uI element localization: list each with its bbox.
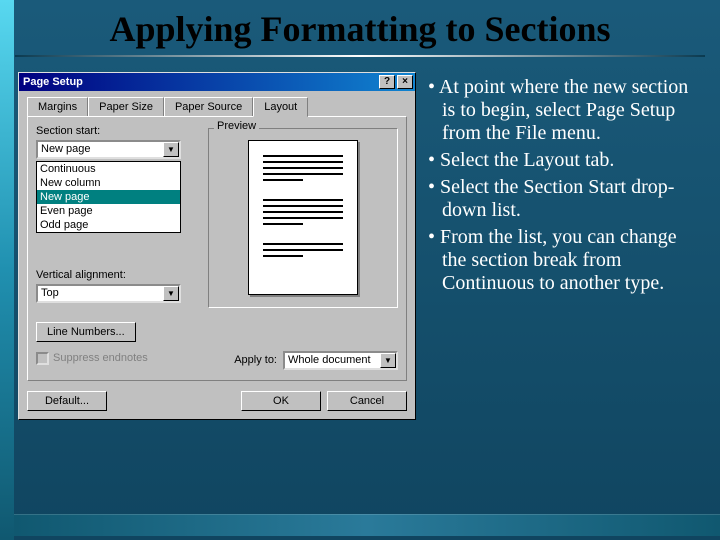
cancel-button[interactable]: Cancel [327, 391, 407, 411]
slide-title: Applying Formatting to Sections [0, 0, 720, 55]
suppress-endnotes-checkbox: Suppress endnotes [36, 352, 148, 365]
preview-label: Preview [214, 120, 259, 132]
section-start-dropdown[interactable]: Continuous New column New page Even page… [36, 161, 181, 233]
slide-footer-accent [14, 514, 720, 536]
vertical-alignment-combo[interactable]: Top ▼ [36, 284, 181, 303]
suppress-endnotes-label: Suppress endnotes [53, 352, 148, 364]
apply-to-value: Whole document [288, 354, 371, 366]
bullet-item: From the list, you can change the sectio… [428, 226, 692, 295]
bullet-item: At point where the new section is to beg… [428, 76, 692, 145]
line-numbers-button[interactable]: Line Numbers... [36, 322, 136, 342]
vertical-alignment-label: Vertical alignment: [36, 269, 181, 281]
chevron-down-icon[interactable]: ▼ [380, 353, 396, 368]
chevron-down-icon[interactable]: ▼ [163, 286, 179, 301]
tab-paper-size[interactable]: Paper Size [88, 97, 164, 116]
close-button[interactable]: × [397, 75, 413, 89]
dialog-titlebar[interactable]: Page Setup ? × [19, 73, 415, 91]
section-start-combo[interactable]: New page ▼ [36, 140, 181, 159]
tab-layout[interactable]: Layout [253, 97, 308, 117]
option-odd-page[interactable]: Odd page [37, 218, 180, 232]
help-button[interactable]: ? [379, 75, 395, 89]
apply-to-row: Apply to: Whole document ▼ [234, 351, 398, 370]
option-new-column[interactable]: New column [37, 176, 180, 190]
instruction-bullets: At point where the new section is to beg… [428, 72, 698, 420]
section-start-value: New page [41, 143, 91, 155]
option-even-page[interactable]: Even page [37, 204, 180, 218]
apply-to-combo[interactable]: Whole document ▼ [283, 351, 398, 370]
bullet-item: Select the Section Start drop-down list. [428, 176, 692, 222]
default-button[interactable]: Default... [27, 391, 107, 411]
page-preview-icon [248, 140, 358, 295]
vertical-alignment-value: Top [41, 287, 59, 299]
checkbox-box [36, 352, 49, 365]
preview-group: Preview [208, 122, 398, 308]
tab-margins[interactable]: Margins [27, 97, 88, 116]
chevron-down-icon[interactable]: ▼ [163, 142, 179, 157]
option-new-page[interactable]: New page [37, 190, 180, 204]
bullet-item: Select the Layout tab. [428, 149, 692, 172]
tab-strip: Margins Paper Size Paper Source Layout [19, 91, 415, 116]
page-setup-dialog: Page Setup ? × Margins Paper Size Paper … [18, 72, 416, 420]
dialog-footer: Default... OK Cancel [19, 387, 415, 419]
title-underline [15, 55, 705, 57]
layout-panel: Section start: New page ▼ Continuous New… [27, 116, 407, 381]
option-continuous[interactable]: Continuous [37, 162, 180, 176]
preview-frame [208, 128, 398, 308]
ok-button[interactable]: OK [241, 391, 321, 411]
dialog-title: Page Setup [23, 76, 83, 88]
tab-paper-source[interactable]: Paper Source [164, 97, 253, 116]
apply-to-label: Apply to: [234, 354, 277, 366]
slide-side-accent [0, 0, 14, 540]
